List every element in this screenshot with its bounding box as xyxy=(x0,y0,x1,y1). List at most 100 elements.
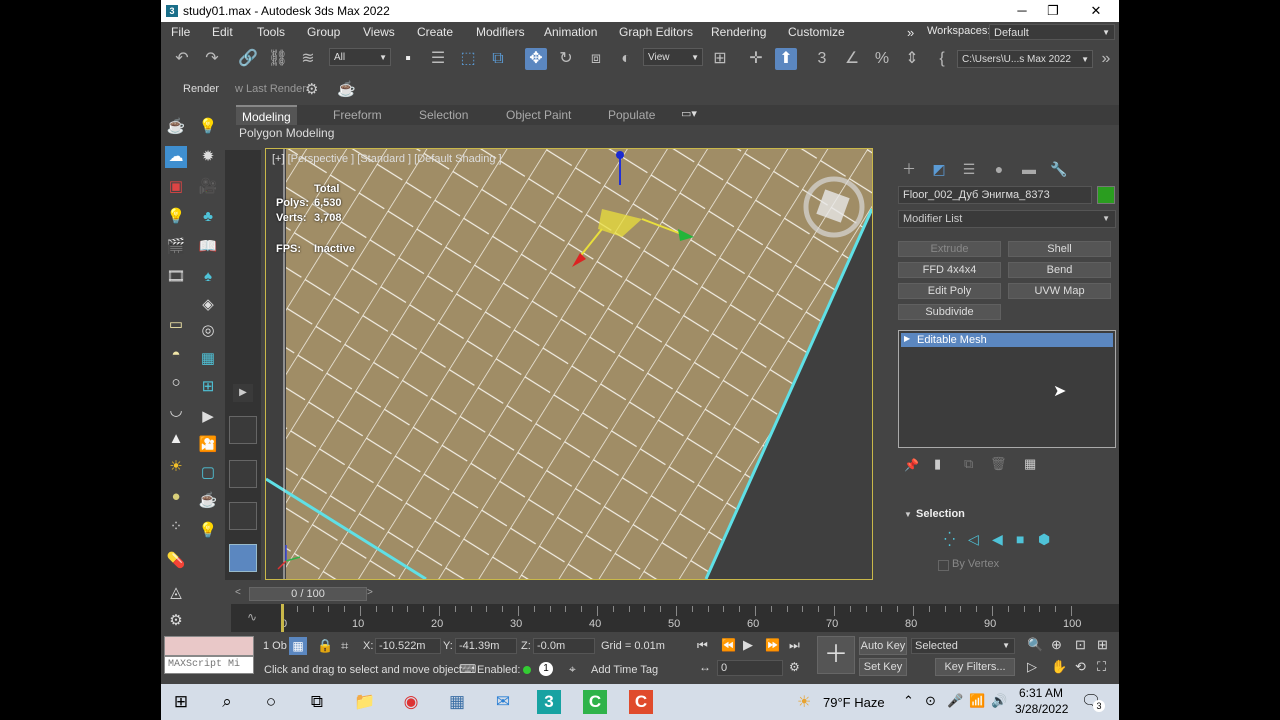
workspaces-dropdown[interactable]: Default ▼ xyxy=(989,24,1115,40)
pan-icon[interactable]: ✋ xyxy=(1051,659,1067,675)
microphone-icon[interactable]: 🎤 xyxy=(947,693,963,709)
z-coordinate-field[interactable]: -0.0m xyxy=(533,638,595,654)
add-time-tag[interactable]: Add Time Tag xyxy=(591,664,658,676)
close-button[interactable]: ✕ xyxy=(1081,2,1111,20)
time-config-icon[interactable]: ⚙ xyxy=(789,660,800,674)
menu-edit[interactable]: Edit xyxy=(212,25,233,39)
selection-filter-dropdown[interactable]: All ▼ xyxy=(329,48,391,66)
render-frame-icon[interactable]: ▣ xyxy=(165,176,187,198)
torus-icon[interactable]: ◎ xyxy=(197,320,219,342)
pyramid-icon[interactable]: ◬ xyxy=(165,582,187,604)
book-icon[interactable]: 📖 xyxy=(197,236,219,258)
perspective-viewport[interactable]: [+] [Perspective ] [Standard ] [Default … xyxy=(265,148,873,580)
plane-icon[interactable]: ▭ xyxy=(165,314,187,336)
key-mode-icon[interactable]: ↔ xyxy=(699,660,711,674)
clock-date[interactable]: 3/28/2022 xyxy=(1015,702,1068,716)
key-set-dropdown[interactable]: Selected ▼ xyxy=(911,638,1015,654)
key-filters-button[interactable]: Key Filters... xyxy=(935,658,1015,676)
material-icon[interactable]: ▦ xyxy=(197,348,219,370)
menu-group[interactable]: Group xyxy=(307,25,340,39)
enabled-indicator[interactable] xyxy=(523,666,531,674)
bowl-icon[interactable]: ◡ xyxy=(165,400,187,422)
layout-option-1[interactable] xyxy=(229,416,257,444)
auto-key-button[interactable]: Auto Key xyxy=(859,637,907,655)
render-setup-icon[interactable]: ⚙ xyxy=(305,80,318,98)
tab-populate[interactable]: Populate xyxy=(608,108,655,122)
select-and-scale-icon[interactable]: ⧈ xyxy=(585,48,607,70)
bind-space-warp-icon[interactable]: ≋ xyxy=(297,48,319,70)
menu-customize[interactable]: Customize xyxy=(788,25,845,39)
modify-tab-icon[interactable]: ◩ xyxy=(928,158,950,180)
y-coordinate-field[interactable]: -41.39m xyxy=(455,638,517,654)
minimize-button[interactable]: ─ xyxy=(1007,2,1037,20)
video-icon[interactable]: ▶ xyxy=(197,406,219,428)
menu-rendering[interactable]: Rendering xyxy=(711,25,766,39)
gizmo-z-handle[interactable] xyxy=(616,151,624,159)
film-icon[interactable]: 🎞 xyxy=(165,266,187,288)
floor-mesh[interactable] xyxy=(286,149,872,579)
calculator-icon[interactable]: ▦ xyxy=(445,690,469,714)
menu-create[interactable]: Create xyxy=(417,25,453,39)
bulb2-icon[interactable]: 💡 xyxy=(197,520,219,542)
display-tab-icon[interactable]: ▬ xyxy=(1018,158,1040,180)
ribbon-options-icon[interactable]: ▭▾ xyxy=(681,107,697,120)
pill-icon[interactable]: 💊 xyxy=(165,550,187,572)
reference-coordinate-dropdown[interactable]: View ▼ xyxy=(643,48,703,66)
object-name-field[interactable]: Floor_002_Дуб Энигма_8373 xyxy=(898,186,1092,204)
link-icon[interactable]: 🔗 xyxy=(237,48,259,70)
stack-item-editable-mesh[interactable]: Editable Mesh xyxy=(901,333,1113,347)
tab-freeform[interactable]: Freeform xyxy=(333,108,382,122)
current-frame-field[interactable]: 0 xyxy=(717,660,783,676)
curve-editor-icon[interactable]: ∿ xyxy=(247,610,257,624)
isolate-icon[interactable]: 1 xyxy=(539,662,553,676)
more-menus-icon[interactable]: » xyxy=(907,25,914,40)
create-tab-icon[interactable]: ＋ xyxy=(898,158,920,180)
hemisphere-icon[interactable]: ◓ xyxy=(165,344,187,366)
go-to-end-icon[interactable]: ⏭ xyxy=(789,638,800,653)
subdivide-button[interactable]: Subdivide xyxy=(898,304,1001,320)
edit-poly-button[interactable]: Edit Poly xyxy=(898,283,1001,299)
scene-explorer-icon[interactable]: ☁ xyxy=(165,146,187,168)
go-to-start-icon[interactable]: ⏮ xyxy=(697,638,708,653)
snaps-toggle-icon[interactable]: 3 xyxy=(811,48,833,70)
by-vertex-checkbox[interactable] xyxy=(938,560,949,571)
vertex-mode-icon[interactable]: ⁛ xyxy=(944,531,955,548)
select-by-name-icon[interactable]: ☰ xyxy=(427,48,449,70)
configure-modifier-sets-icon[interactable]: ▦ xyxy=(1024,456,1036,472)
modifier-list-dropdown[interactable]: Modifier List ▼ xyxy=(898,210,1116,228)
next-key-icon[interactable]: ⏩ xyxy=(765,638,780,652)
expand-arrow-icon[interactable]: ▶ xyxy=(904,334,910,343)
layout-option-3[interactable] xyxy=(229,502,257,530)
teapot2-icon[interactable]: ☕ xyxy=(197,490,219,512)
time-slider[interactable]: 0 / 100 < > xyxy=(231,586,1119,602)
set-key-button[interactable]: Set Key xyxy=(859,658,907,676)
undo-icon[interactable]: ↶ xyxy=(171,48,193,70)
camtasia-icon[interactable]: C xyxy=(583,690,607,714)
render-label[interactable]: Render xyxy=(183,83,219,95)
prev-frame-icon[interactable]: < xyxy=(235,587,241,598)
maximize-viewport-icon[interactable]: ⛶ xyxy=(1097,659,1106,675)
light-icon[interactable]: 💡 xyxy=(165,206,187,228)
lock-icon[interactable]: 🔒 xyxy=(317,638,333,654)
window-crossing-icon[interactable]: ⧉ xyxy=(487,48,509,70)
motion-tab-icon[interactable]: ● xyxy=(988,158,1010,180)
windows-start-icon[interactable]: ⊞ xyxy=(169,690,193,714)
keyboard-shortcut-override-icon[interactable]: ⬆ xyxy=(775,48,797,70)
volume-icon[interactable]: 🔊 xyxy=(991,693,1007,709)
viewport-icon[interactable]: ▢ xyxy=(197,462,219,484)
ffd-button[interactable]: FFD 4x4x4 xyxy=(898,262,1001,278)
zoom-icon[interactable]: 🔍 xyxy=(1027,637,1043,653)
mail-icon[interactable]: ✉ xyxy=(491,690,515,714)
extrude-button[interactable]: Extrude xyxy=(898,241,1001,257)
helper-icon[interactable]: ◈ xyxy=(197,294,219,316)
file-explorer-icon[interactable]: 📁 xyxy=(353,690,377,714)
expand-layout-icon[interactable]: ▶ xyxy=(233,384,253,402)
time-tag-icon[interactable]: ⌖ xyxy=(569,662,576,677)
time-slider-thumb[interactable]: 0 / 100 xyxy=(249,587,367,601)
absolute-mode-icon[interactable]: ⌗ xyxy=(341,638,348,654)
unlink-icon[interactable]: ⛓ xyxy=(267,48,289,70)
uvw-map-button[interactable]: UVW Map xyxy=(1008,283,1111,299)
sunlight-icon[interactable]: ☀ xyxy=(165,456,187,478)
wifi-icon[interactable]: 📶 xyxy=(969,693,985,709)
particles-icon[interactable]: ⁘ xyxy=(165,516,187,538)
